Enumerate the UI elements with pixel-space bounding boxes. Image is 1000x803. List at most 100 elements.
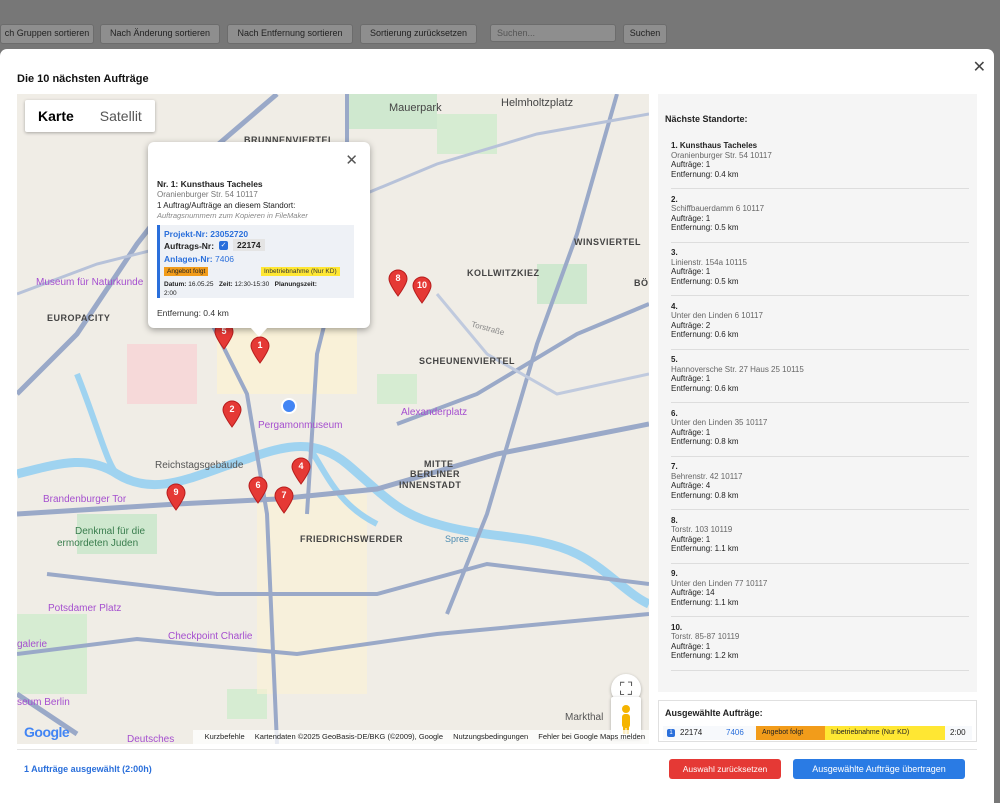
location-addr: Unter den Linden 6 10117 xyxy=(671,311,763,320)
location-item[interactable]: 9. Unter den Linden 77 10117 Aufträge: 14 E… xyxy=(671,569,969,617)
location-item[interactable]: 1. Kunsthaus Tacheles Oranienburger Str. … xyxy=(671,141,969,189)
map-label: Potsdamer Platz xyxy=(48,603,122,614)
order-number-label: Auftrags-Nr: xyxy=(164,241,215,251)
panel-title: Nächste Standorte: xyxy=(665,114,748,124)
map-label: ermordeten Juden xyxy=(57,538,139,549)
shortcuts-link[interactable]: Kurzbefehle xyxy=(205,732,245,741)
info-hint: Auftragsnummern zum Kopieren in FileMake… xyxy=(157,211,308,220)
map-pin[interactable]: 9 xyxy=(165,483,187,511)
search-input[interactable]: Suchen... xyxy=(490,24,616,42)
location-orders: Aufträge: 1 xyxy=(671,374,711,383)
selected-time: 2:00 xyxy=(950,728,966,737)
status-badge: Inbetriebnahme (Nur KD) xyxy=(261,267,340,276)
status-badge: Angebot folgt xyxy=(756,726,825,740)
close-icon[interactable]: ✕ xyxy=(345,151,358,169)
map-pin[interactable]: 10 xyxy=(411,276,433,304)
map-type-satellite-button[interactable]: Satellit xyxy=(87,100,155,132)
location-orders: Aufträge: 4 xyxy=(671,481,711,490)
plant-number-value: 7406 xyxy=(215,254,234,264)
selected-plant-number: 7406 xyxy=(726,728,744,737)
location-item[interactable]: 4. Unter den Linden 6 10117 Aufträge: 2 Ent… xyxy=(671,302,969,350)
background-toolbar: ch Gruppen sortieren Nach Änderung sorti… xyxy=(0,0,1000,50)
pin-number: 9 xyxy=(173,487,179,497)
date-label: Datum: xyxy=(164,281,187,288)
map-label: Brandenburger Tor xyxy=(43,494,127,505)
location-dist: Entfernung: 0.8 km xyxy=(671,490,739,500)
location-item[interactable]: 6. Unter den Linden 35 10117 Aufträge: 1 En… xyxy=(671,409,969,457)
location-dist: Entfernung: 0.6 km xyxy=(671,330,739,339)
map-pin[interactable]: 4 xyxy=(290,457,312,485)
order-number[interactable]: 22174 xyxy=(233,239,265,251)
location-item[interactable]: 2. Schiffbauerdamm 6 10117 Aufträge: 1 Entf… xyxy=(671,195,969,243)
pin-number: 4 xyxy=(298,461,304,471)
location-dist: Entfernung: 0.6 km xyxy=(671,383,739,393)
reset-selection-button[interactable]: Auswahl zurücksetzen xyxy=(669,759,781,779)
transfer-orders-button[interactable]: Ausgewählte Aufträge übertragen xyxy=(793,759,965,779)
location-orders: Aufträge: 14 xyxy=(671,588,715,597)
map-pin[interactable]: 1 xyxy=(249,336,271,364)
pin-number: 7 xyxy=(281,490,287,500)
map-pin[interactable]: 7 xyxy=(273,486,295,514)
location-name: 1. Kunsthaus Tacheles xyxy=(671,141,758,150)
location-dist: Entfernung: 1.1 km xyxy=(671,597,739,607)
map-label: BÖ xyxy=(634,278,649,288)
sort-by-change-button[interactable]: Nach Änderung sortieren xyxy=(100,24,220,44)
location-addr: Unter den Linden 77 10117 xyxy=(671,578,768,588)
location-orders: Aufträge: 1 xyxy=(671,641,711,651)
map-pin[interactable]: 8 xyxy=(387,269,409,297)
selected-order-row[interactable]: 1 22174 7406 Angebot folgt Inbetriebnahm… xyxy=(663,726,972,740)
planning-time-value: 2:00 xyxy=(164,290,177,297)
location-item[interactable]: 10. Torstr. 85-87 10119 Aufträge: 1 Entfern… xyxy=(671,623,969,671)
sort-by-distance-button[interactable]: Nach Entfernung sortieren xyxy=(227,24,353,44)
location-addr: Hannoversche Str. 27 Haus 25 10115 xyxy=(671,364,804,374)
map-label: KOLLWITZKIEZ xyxy=(467,268,540,278)
map-label: FRIEDRICHSWERDER xyxy=(300,534,404,544)
info-distance: Entfernung: 0.4 km xyxy=(157,308,229,318)
map-pin[interactable]: 6 xyxy=(247,476,269,504)
location-orders: Aufträge: 1 xyxy=(671,160,711,169)
map-label: Deutsches xyxy=(127,734,175,744)
map-label: BERLINER xyxy=(410,469,461,479)
divider xyxy=(17,749,977,750)
map-type-karte-button[interactable]: Karte xyxy=(25,100,87,132)
location-orders: Aufträge: 2 xyxy=(671,320,711,330)
location-item[interactable]: 5. Hannoversche Str. 27 Haus 25 10115 Auft… xyxy=(671,355,969,403)
map-label: Markthal xyxy=(565,712,604,723)
plant-number: Anlagen-Nr: 7406 xyxy=(164,254,234,264)
location-dist: Entfernung: 0.5 km xyxy=(671,276,739,286)
map[interactable]: Karte Satellit Mauerpark Helmholtzplatz … xyxy=(17,94,649,744)
map-label: WINSVIERTEL xyxy=(574,237,642,247)
terms-link[interactable]: Nutzungsbedingungen xyxy=(453,732,528,741)
sort-by-group-button[interactable]: ch Gruppen sortieren xyxy=(0,24,94,44)
location-name: 5. xyxy=(671,355,678,364)
location-addr: Unter den Linden 35 10117 xyxy=(671,418,768,427)
date-value: 16.05.25 xyxy=(188,281,214,288)
map-label: Mauerpark xyxy=(389,102,442,114)
location-addr: Torstr. 85-87 10119 xyxy=(671,632,740,641)
map-label: SCHEUNENVIERTEL xyxy=(419,356,516,366)
map-pin[interactable]: 2 xyxy=(221,400,243,428)
pin-number: 2 xyxy=(229,404,235,414)
order-checkbox[interactable]: ✓ xyxy=(219,241,228,250)
location-item[interactable]: 7. Behrenstr. 42 10117 Aufträge: 4 Entfernu… xyxy=(671,462,969,510)
location-item[interactable]: 3. Linienstr. 154a 10115 Aufträge: 1 Entfer… xyxy=(671,248,969,296)
map-attribution: Kurzbefehle Kartendaten ©2025 GeoBasis-D… xyxy=(192,730,649,744)
selected-orders-panel: Ausgewählte Aufträge: 1 22174 7406 Angeb… xyxy=(658,700,977,742)
location-addr: Schiffbauerdamm 6 10117 xyxy=(671,204,765,213)
time-value: 12:30-15:30 xyxy=(234,281,270,288)
search-button[interactable]: Suchen xyxy=(623,24,667,44)
order-card: Projekt-Nr: 23052720 Auftrags-Nr: ✓ 2217… xyxy=(157,225,354,298)
location-orders: Aufträge: 1 xyxy=(671,427,711,437)
map-type-control: Karte Satellit xyxy=(25,100,155,132)
location-name: 8. xyxy=(671,515,678,525)
map-label: EUROPACITY xyxy=(47,313,111,323)
location-item[interactable]: 8. Torstr. 103 10119 Aufträge: 1 Entfernung… xyxy=(671,516,969,564)
close-icon[interactable]: ✕ xyxy=(973,57,986,77)
nearest-locations-panel: Nächste Standorte: 1. Kunsthaus Tacheles… xyxy=(658,94,977,692)
location-dist: Entfernung: 1.1 km xyxy=(671,544,739,553)
pin-number: 1 xyxy=(257,340,263,350)
reset-sort-button[interactable]: Sortierung zurücksetzen xyxy=(360,24,477,44)
location-addr: Torstr. 103 10119 xyxy=(671,525,733,534)
report-error-link[interactable]: Fehler bei Google Maps melden xyxy=(538,732,645,741)
map-data-text: Kartendaten ©2025 GeoBasis-DE/BKG (©2009… xyxy=(254,732,444,741)
